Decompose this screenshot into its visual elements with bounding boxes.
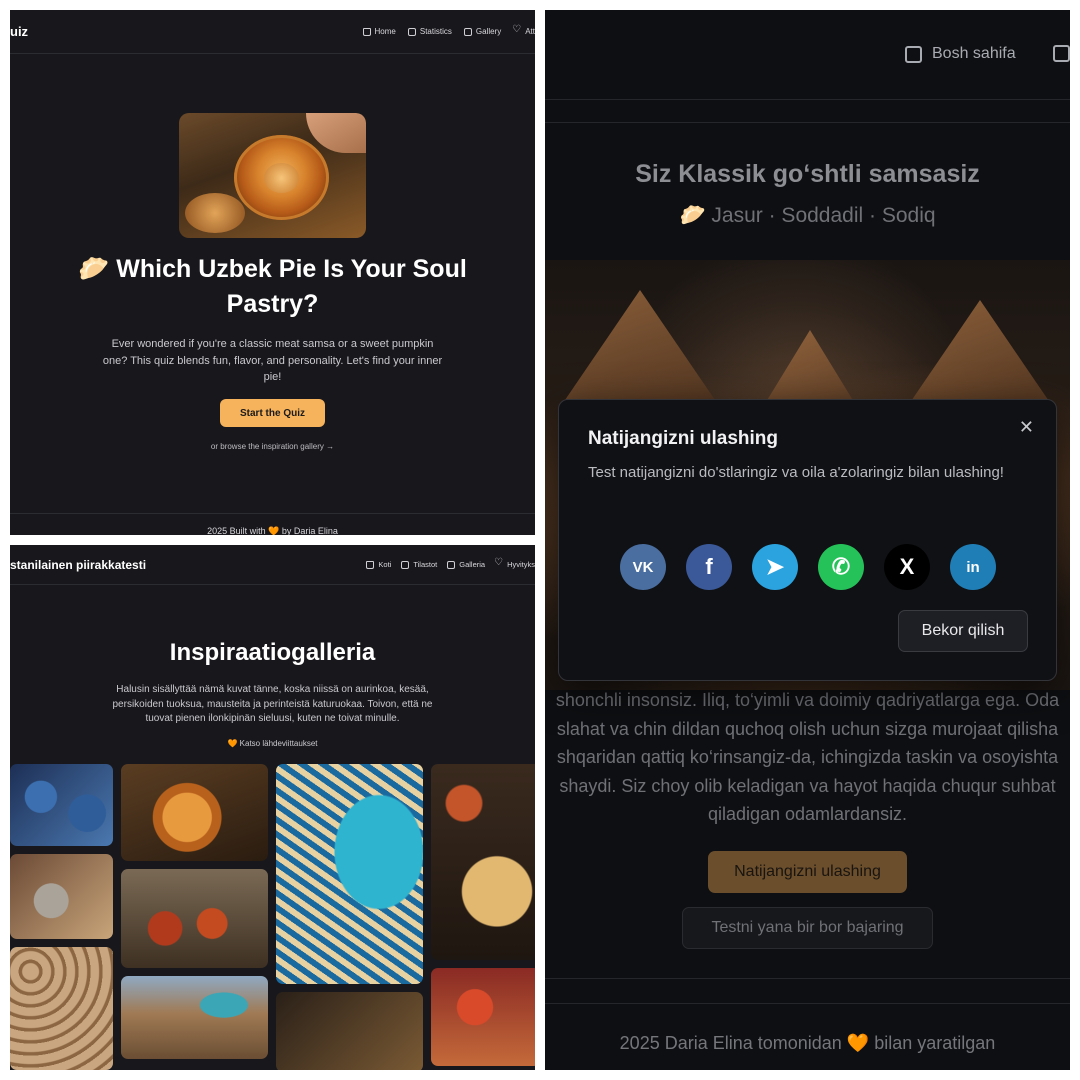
- gallery-image-spices[interactable]: [121, 869, 268, 968]
- gallery-image-pastry[interactable]: [276, 992, 423, 1070]
- home-icon: [362, 27, 371, 36]
- top-nav: Bosh sahifa: [545, 10, 1070, 100]
- home-icon: [905, 45, 922, 63]
- gallery-title: Inspiraatiogalleria: [169, 639, 376, 666]
- quiz-home-panel: uiz Home Statistics Gallery Att 🥟 Which …: [10, 10, 535, 535]
- quiz-description: Ever wondered if you're a classic meat s…: [102, 338, 443, 383]
- hero-image-bread: [179, 113, 366, 238]
- brand-logo[interactable]: stanilainen piirakkatesti: [10, 558, 146, 572]
- heart-icon: [494, 557, 503, 569]
- gallery-image-registan[interactable]: [121, 976, 268, 1059]
- gallery-image-samsa-board[interactable]: [431, 764, 535, 960]
- document-icon: [401, 560, 410, 569]
- result-traits: 🥟 Jasur · Soddadil · Sodiq: [679, 204, 936, 227]
- gallery-image-dome[interactable]: [276, 764, 423, 984]
- result-title: Siz Klassik go‘shtli samsasiz: [635, 160, 980, 188]
- modal-title: Natijangizni ulashing: [588, 428, 779, 449]
- nav-statistics[interactable]: Statistics: [407, 27, 452, 36]
- footer: 2025 Daria Elina tomonidan 🧡 bilan yarat…: [545, 978, 1070, 1070]
- heart-icon: [512, 24, 521, 36]
- linkedin-icon[interactable]: in: [950, 544, 996, 590]
- vk-icon[interactable]: VK: [620, 544, 666, 590]
- browse-gallery-link[interactable]: or browse the inspiration gallery →: [10, 442, 535, 451]
- credits-link[interactable]: 🧡 Katso lähdeviittaukset: [10, 739, 535, 748]
- facebook-icon[interactable]: f: [686, 544, 732, 590]
- gallery-image-ceramics[interactable]: [10, 764, 113, 846]
- quiz-title: 🥟 Which Uzbek Pie Is Your Soul Pastry?: [78, 255, 467, 318]
- nav-attributions[interactable]: Att: [512, 24, 535, 37]
- start-quiz-button[interactable]: Start the Quiz: [220, 399, 325, 427]
- nav-statistics[interactable]: Tilastot: [401, 560, 437, 569]
- gallery-image-bread-market[interactable]: [121, 764, 268, 861]
- telegram-icon[interactable]: ➤: [752, 544, 798, 590]
- share-modal: Natijangizni ulashing ✕ Test natijangizn…: [558, 399, 1057, 681]
- share-result-button[interactable]: Natijangizni ulashing: [708, 851, 907, 893]
- footer: 2025 Built with 🧡 by Daria Elina: [10, 513, 535, 535]
- nav-links: Koti Tilastot Galleria Hyvityks: [366, 557, 535, 570]
- close-icon[interactable]: ✕: [1019, 417, 1034, 438]
- nav-home[interactable]: Bosh sahifa: [905, 45, 1016, 63]
- gallery-description: Halusin sisällyttää nämä kuvat tänne, ko…: [112, 684, 433, 724]
- modal-description: Test natijangizni do'stlaringiz va oila …: [588, 464, 1004, 481]
- nav-home[interactable]: Koti: [366, 560, 391, 569]
- top-nav: stanilainen piirakkatesti Koti Tilastot …: [10, 545, 535, 585]
- brand-logo[interactable]: uiz: [10, 24, 28, 39]
- gallery-image-bread-stamp[interactable]: [10, 854, 113, 939]
- document-icon: [407, 27, 416, 36]
- gallery-image-textiles[interactable]: [431, 968, 535, 1066]
- nav-gallery[interactable]: Galleria: [447, 560, 485, 569]
- result-body: shonchli insonsiz. Iliq, to‘yimli va doi…: [555, 690, 1060, 824]
- nav-links: Home Statistics Gallery Att: [362, 24, 535, 37]
- whatsapp-icon[interactable]: ✆: [818, 544, 864, 590]
- image-icon: [463, 27, 472, 36]
- result-panel: Bosh sahifa Siz Klassik go‘shtli samsasi…: [545, 10, 1070, 1070]
- image-icon: [447, 560, 456, 569]
- top-nav: uiz Home Statistics Gallery Att: [10, 10, 535, 54]
- footer-text: 2025 Daria Elina tomonidan 🧡 bilan yarat…: [619, 1033, 996, 1053]
- gallery-image-breads[interactable]: [10, 947, 113, 1070]
- retake-quiz-button[interactable]: Testni yana bir bor bajaring: [682, 907, 933, 949]
- document-icon: [1053, 45, 1070, 62]
- gallery-panel: stanilainen piirakkatesti Koti Tilastot …: [10, 545, 535, 1070]
- nav-credits[interactable]: Hyvityks: [494, 557, 535, 570]
- nav-statistics[interactable]: [1053, 45, 1070, 62]
- home-icon: [366, 560, 375, 569]
- cancel-button[interactable]: Bekor qilish: [898, 610, 1028, 652]
- x-icon[interactable]: X: [884, 544, 930, 590]
- nav-gallery[interactable]: Gallery: [463, 27, 501, 36]
- nav-home[interactable]: Home: [362, 27, 396, 36]
